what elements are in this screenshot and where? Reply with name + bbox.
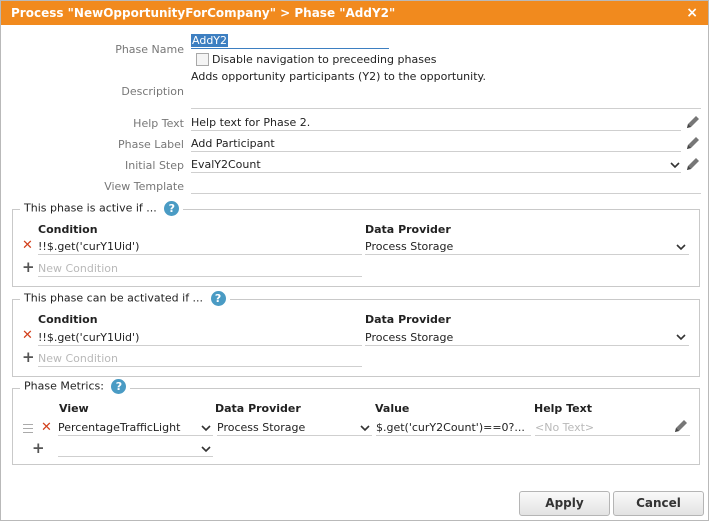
add-metric-icon[interactable]: + bbox=[32, 441, 45, 456]
chevron-down-icon[interactable] bbox=[201, 423, 211, 433]
active-group-title: This phase is active if ... ? bbox=[20, 201, 184, 216]
drag-handle-icon[interactable] bbox=[23, 424, 33, 433]
chevron-down-icon[interactable] bbox=[676, 332, 686, 342]
chevron-down-icon[interactable] bbox=[670, 160, 680, 170]
dialog-title: Process "NewOpportunityForCompany" > Pha… bbox=[11, 6, 396, 20]
view-template-field[interactable] bbox=[191, 178, 701, 194]
disable-nav-label: Disable navigation to preceeding phases bbox=[212, 53, 437, 66]
metric-view-select[interactable]: PercentageTrafficLight bbox=[58, 420, 213, 436]
phase-name-field[interactable]: AddY2 bbox=[191, 33, 389, 49]
activation-group-title-text: This phase can be activated if ... bbox=[24, 291, 204, 305]
description-label: Description bbox=[121, 85, 184, 98]
data-provider-header: Data Provider bbox=[365, 223, 451, 236]
add-condition-icon[interactable]: + bbox=[22, 260, 35, 275]
data-provider-select[interactable]: Process Storage bbox=[365, 239, 689, 255]
data-provider-select[interactable]: Process Storage bbox=[365, 330, 689, 346]
condition-value: !!$.get('curY1Uid') bbox=[38, 240, 140, 253]
edit-initial-step-pencil-icon[interactable] bbox=[684, 155, 702, 173]
chevron-down-icon[interactable] bbox=[676, 242, 686, 252]
view-header: View bbox=[59, 402, 89, 415]
condition-header: Condition bbox=[38, 223, 98, 236]
phase-label-label: Phase Label bbox=[117, 138, 184, 151]
phase-name-label: Phase Name bbox=[115, 43, 184, 56]
condition-value: !!$.get('curY1Uid') bbox=[38, 331, 140, 344]
help-text-field[interactable]: Help text for Phase 2. bbox=[191, 115, 681, 131]
close-icon[interactable]: × bbox=[686, 1, 698, 25]
data-provider-value: Process Storage bbox=[365, 331, 454, 344]
initial-step-select[interactable]: EvalY2Count bbox=[191, 157, 681, 173]
help-text-header: Help Text bbox=[534, 402, 592, 415]
apply-button[interactable]: Apply bbox=[519, 491, 610, 516]
data-provider-header: Data Provider bbox=[365, 313, 451, 326]
data-provider-value: Process Storage bbox=[365, 240, 454, 253]
value-header: Value bbox=[375, 402, 410, 415]
new-condition-field[interactable]: New Condition bbox=[38, 261, 362, 277]
activation-group-title: This phase can be activated if ... ? bbox=[20, 291, 230, 306]
initial-step-label: Initial Step bbox=[125, 159, 184, 172]
delete-condition-icon[interactable]: ✕ bbox=[22, 329, 33, 343]
description-value: Adds opportunity participants (Y2) to th… bbox=[191, 70, 486, 83]
phase-dialog: Process "NewOpportunityForCompany" > Pha… bbox=[0, 0, 709, 521]
metric-view-value: PercentageTrafficLight bbox=[58, 421, 181, 434]
add-condition-icon[interactable]: + bbox=[22, 350, 35, 365]
help-icon[interactable]: ? bbox=[164, 201, 180, 216]
phase-name-value: AddY2 bbox=[191, 34, 229, 47]
metrics-group-title: Phase Metrics: ? bbox=[20, 379, 131, 394]
help-icon[interactable]: ? bbox=[111, 379, 127, 394]
metric-value-text: $.get('curY2Count')==0?... bbox=[376, 421, 525, 434]
edit-help-text-pencil-icon[interactable] bbox=[684, 113, 702, 131]
metric-provider-select[interactable]: Process Storage bbox=[217, 420, 372, 436]
condition-field[interactable]: !!$.get('curY1Uid') bbox=[38, 239, 362, 255]
initial-step-value: EvalY2Count bbox=[191, 158, 261, 171]
condition-header: Condition bbox=[38, 313, 98, 326]
delete-metric-icon[interactable]: ✕ bbox=[41, 421, 52, 435]
dialog-titlebar: Process "NewOpportunityForCompany" > Pha… bbox=[1, 1, 708, 25]
data-provider-header: Data Provider bbox=[215, 402, 301, 415]
help-text-label: Help Text bbox=[133, 117, 184, 130]
cancel-button[interactable]: Cancel bbox=[613, 491, 704, 516]
help-text-value: Help text for Phase 2. bbox=[191, 116, 311, 129]
edit-metric-help-pencil-icon[interactable] bbox=[672, 417, 690, 435]
chevron-down-icon[interactable] bbox=[201, 444, 211, 454]
metric-provider-value: Process Storage bbox=[217, 421, 306, 434]
metric-value-field[interactable]: $.get('curY2Count')==0?... bbox=[376, 420, 531, 436]
phase-label-field[interactable]: Add Participant bbox=[191, 136, 681, 152]
active-group-title-text: This phase is active if ... bbox=[24, 201, 157, 215]
disable-nav-checkbox[interactable] bbox=[196, 53, 209, 66]
new-condition-field[interactable]: New Condition bbox=[38, 351, 362, 367]
delete-condition-icon[interactable]: ✕ bbox=[22, 239, 33, 253]
new-metric-view-select[interactable] bbox=[58, 441, 213, 457]
metric-help-text-field[interactable]: <No Text> bbox=[535, 420, 690, 436]
description-field[interactable]: Adds opportunity participants (Y2) to th… bbox=[191, 70, 701, 109]
help-icon[interactable]: ? bbox=[210, 291, 226, 306]
metrics-group-title-text: Phase Metrics: bbox=[24, 379, 104, 393]
edit-phase-label-pencil-icon[interactable] bbox=[684, 134, 702, 152]
condition-field[interactable]: !!$.get('curY1Uid') bbox=[38, 330, 362, 346]
view-template-label: View Template bbox=[104, 180, 184, 193]
chevron-down-icon[interactable] bbox=[360, 423, 370, 433]
phase-label-value: Add Participant bbox=[191, 137, 275, 150]
